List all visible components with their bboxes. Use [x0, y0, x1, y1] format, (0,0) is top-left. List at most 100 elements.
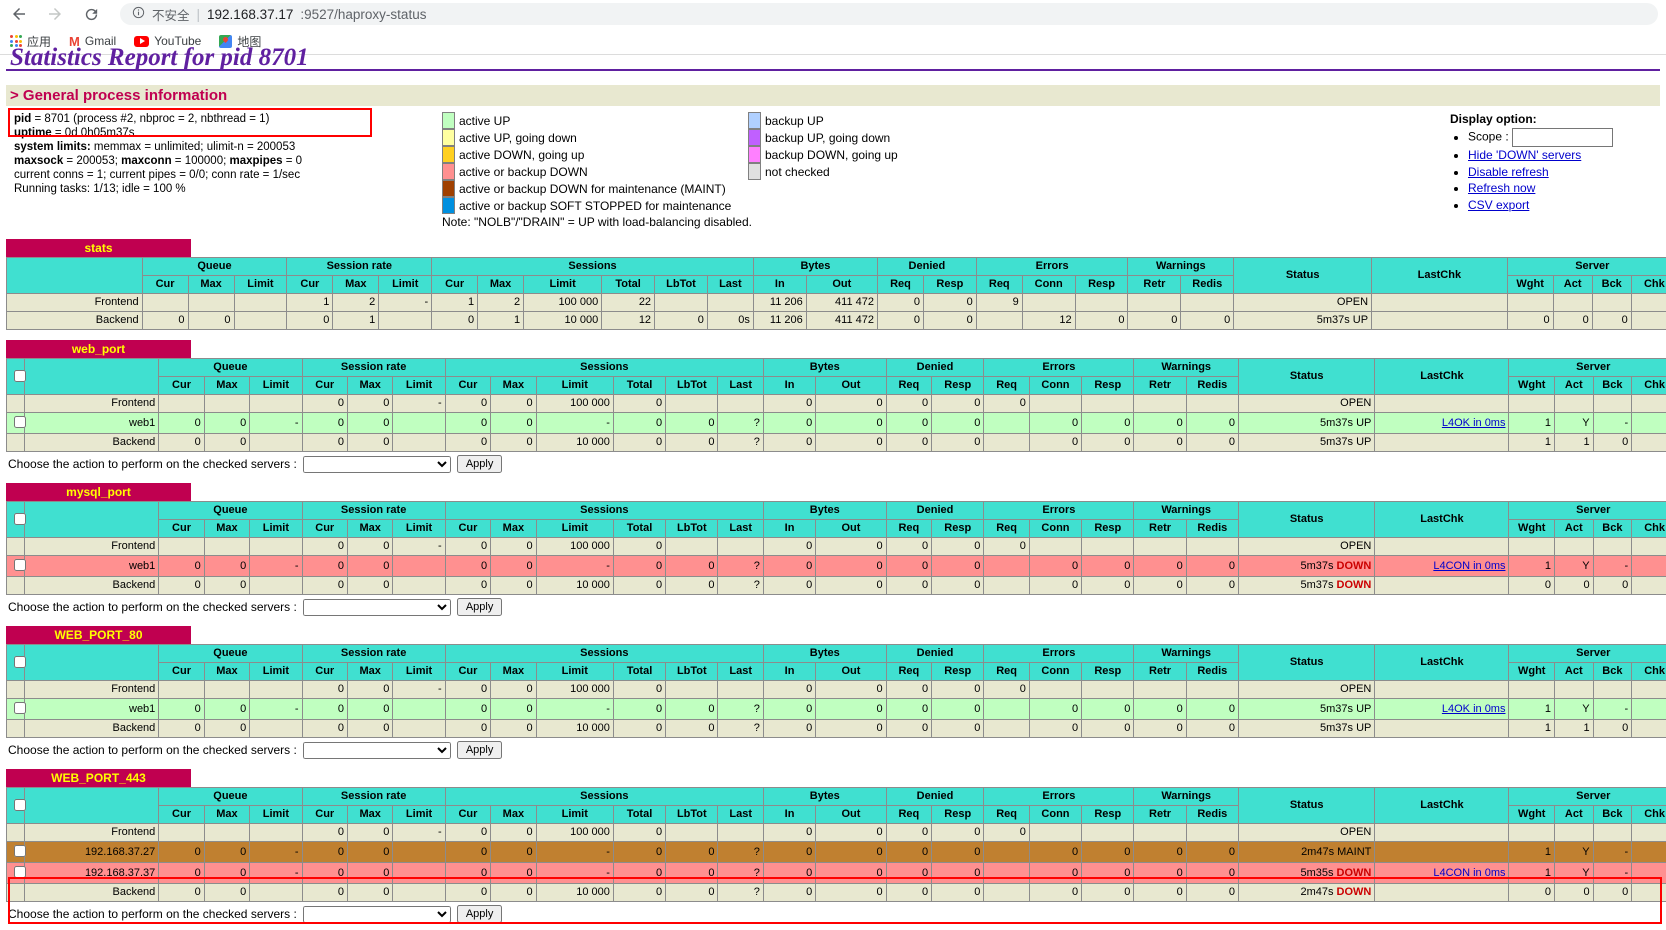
status-color-legend: active UP backup UP active UP, going dow…: [442, 112, 904, 229]
apply-button[interactable]: Apply: [456, 905, 503, 923]
row-label: Frontend: [24, 823, 160, 842]
cell-server: [1552, 293, 1593, 312]
display-option-hide-down[interactable]: Hide 'DOWN' servers: [1468, 147, 1660, 164]
row-checkbox-cell[interactable]: [5, 555, 26, 577]
header-col-max: Max: [203, 376, 251, 395]
legend-swatch: [748, 112, 761, 129]
lastchk-link[interactable]: L4OK in 0ms: [1442, 417, 1506, 429]
row-checkbox[interactable]: [14, 559, 26, 571]
stats-table-WEB_PORT_80: Queue Session rate Sessions Bytes Denied Erro…: [5, 644, 1666, 738]
action-select[interactable]: [302, 741, 451, 759]
header-status: Status: [1233, 257, 1373, 294]
server-action-bar: Choose the action to perform on the chec…: [6, 595, 1660, 616]
lastchk-link[interactable]: L4CON in 0ms: [1433, 867, 1505, 879]
cell-lastchk[interactable]: L4CON in 0ms: [1374, 555, 1510, 577]
cell-server: [1631, 883, 1666, 902]
cell-lastchk[interactable]: L4OK in 0ms: [1374, 412, 1510, 434]
header-col-resp: Resp: [1081, 376, 1135, 395]
display-option-csv-export[interactable]: CSV export: [1468, 197, 1660, 214]
scope-input[interactable]: [1512, 128, 1614, 147]
cell-warnings: 0: [1185, 555, 1239, 577]
header-col-cur: Cur: [301, 519, 348, 538]
cell-sessions: -: [535, 698, 614, 720]
table-header-groups: Queue Session rate Sessions Bytes Denied Erro…: [5, 644, 1666, 681]
hide-down-servers-link[interactable]: Hide 'DOWN' servers: [1468, 148, 1581, 162]
select-all-checkbox-cell[interactable]: [5, 358, 26, 395]
row-checkbox-cell[interactable]: [5, 841, 26, 863]
cell-denied: 0: [876, 293, 924, 312]
header-col-act: Act: [1552, 275, 1593, 294]
cell-errors: 0: [1081, 433, 1135, 452]
row-checkbox[interactable]: [14, 866, 26, 878]
cell-queue: -: [249, 698, 303, 720]
cell-server: [1631, 698, 1666, 720]
row-checkbox[interactable]: [14, 845, 26, 857]
action-select[interactable]: [302, 455, 451, 473]
disable-refresh-link[interactable]: Disable refresh: [1468, 165, 1549, 179]
select-all-checkbox[interactable]: [14, 798, 26, 811]
select-all-checkbox[interactable]: [14, 512, 26, 525]
cell-sessions: 0: [665, 841, 719, 863]
row-checkbox-cell[interactable]: [5, 698, 26, 720]
action-select[interactable]: [302, 598, 451, 616]
cell-warnings: 0: [1185, 841, 1239, 863]
row-checkbox-cell[interactable]: [5, 412, 26, 434]
cell-sessions: 0: [490, 537, 537, 556]
action-select[interactable]: [302, 905, 451, 923]
header-col-max: Max: [346, 805, 394, 824]
csv-export-link[interactable]: CSV export: [1468, 198, 1529, 212]
system-limits-label: system limits:: [14, 141, 91, 153]
cell-sessions: 2: [477, 293, 525, 312]
row-checkbox[interactable]: [14, 702, 26, 714]
display-option-refresh-now[interactable]: Refresh now: [1468, 180, 1660, 197]
header-group-queue: Queue: [141, 257, 288, 276]
select-all-checkbox-cell[interactable]: [5, 501, 26, 538]
select-all-checkbox[interactable]: [14, 369, 26, 382]
cell-session-rate: [378, 311, 433, 330]
legend-item-not-checked: not checked: [748, 163, 830, 180]
cell-queue: 0: [203, 862, 251, 884]
refresh-now-link[interactable]: Refresh now: [1468, 181, 1535, 195]
cell-session-rate: [392, 576, 446, 595]
apply-button[interactable]: Apply: [456, 741, 503, 759]
forward-icon[interactable]: [44, 3, 66, 25]
cell-warnings: 0: [1185, 862, 1239, 884]
select-all-checkbox-cell[interactable]: [5, 644, 26, 681]
cell-warnings: 0: [1180, 311, 1235, 330]
row-label: Frontend: [24, 680, 160, 699]
row-checkbox[interactable]: [14, 416, 26, 428]
proxy-section-web_port: web_port Queue Session rate Sessions Bytes De…: [5, 340, 1666, 473]
cell-bytes: 0: [815, 883, 887, 902]
lastchk-link[interactable]: L4OK in 0ms: [1442, 703, 1506, 715]
cell-server: 0: [1592, 576, 1633, 595]
pid-label: pid: [14, 113, 32, 125]
cell-server: [1508, 680, 1555, 699]
header-group-errors: Errors: [983, 501, 1135, 520]
apply-button[interactable]: Apply: [456, 455, 503, 473]
cell-lastchk[interactable]: L4CON in 0ms: [1374, 862, 1510, 884]
header-col-lbtot: LbTot: [654, 275, 708, 294]
lastchk-link[interactable]: L4CON in 0ms: [1433, 560, 1505, 572]
table-row: web1 0 0-0 0 0 0-0 0? 0 0 0 0 0 0 0 0 5m37s UP L4OK in 0…: [5, 698, 1666, 720]
select-all-checkbox-cell[interactable]: [5, 787, 26, 824]
cell-lastchk[interactable]: L4OK in 0ms: [1374, 698, 1510, 720]
cell-server: 0: [1552, 311, 1593, 330]
cell-sessions: 0: [444, 862, 492, 884]
apply-button[interactable]: Apply: [456, 598, 503, 616]
cell-server: -: [1592, 412, 1633, 434]
address-bar[interactable]: 不安全 | 192.168.37.17:9527/haproxy-status: [120, 3, 1658, 25]
header-group-errors: Errors: [983, 787, 1135, 806]
reload-icon[interactable]: [80, 3, 102, 25]
cell-sessions: [665, 537, 719, 556]
cell-sessions: 0: [612, 576, 667, 595]
cell-warnings: [1185, 680, 1239, 699]
display-option-disable-refresh[interactable]: Disable refresh: [1468, 164, 1660, 181]
cell-warnings: [1185, 394, 1239, 413]
back-icon[interactable]: [8, 3, 30, 25]
info-circle-icon[interactable]: [132, 6, 145, 22]
header-col-total: Total: [612, 662, 667, 681]
row-checkbox-cell[interactable]: [5, 862, 26, 884]
cell-sessions: 0: [665, 433, 719, 452]
select-all-checkbox[interactable]: [14, 655, 26, 668]
header-col-redis: Redis: [1185, 376, 1239, 395]
